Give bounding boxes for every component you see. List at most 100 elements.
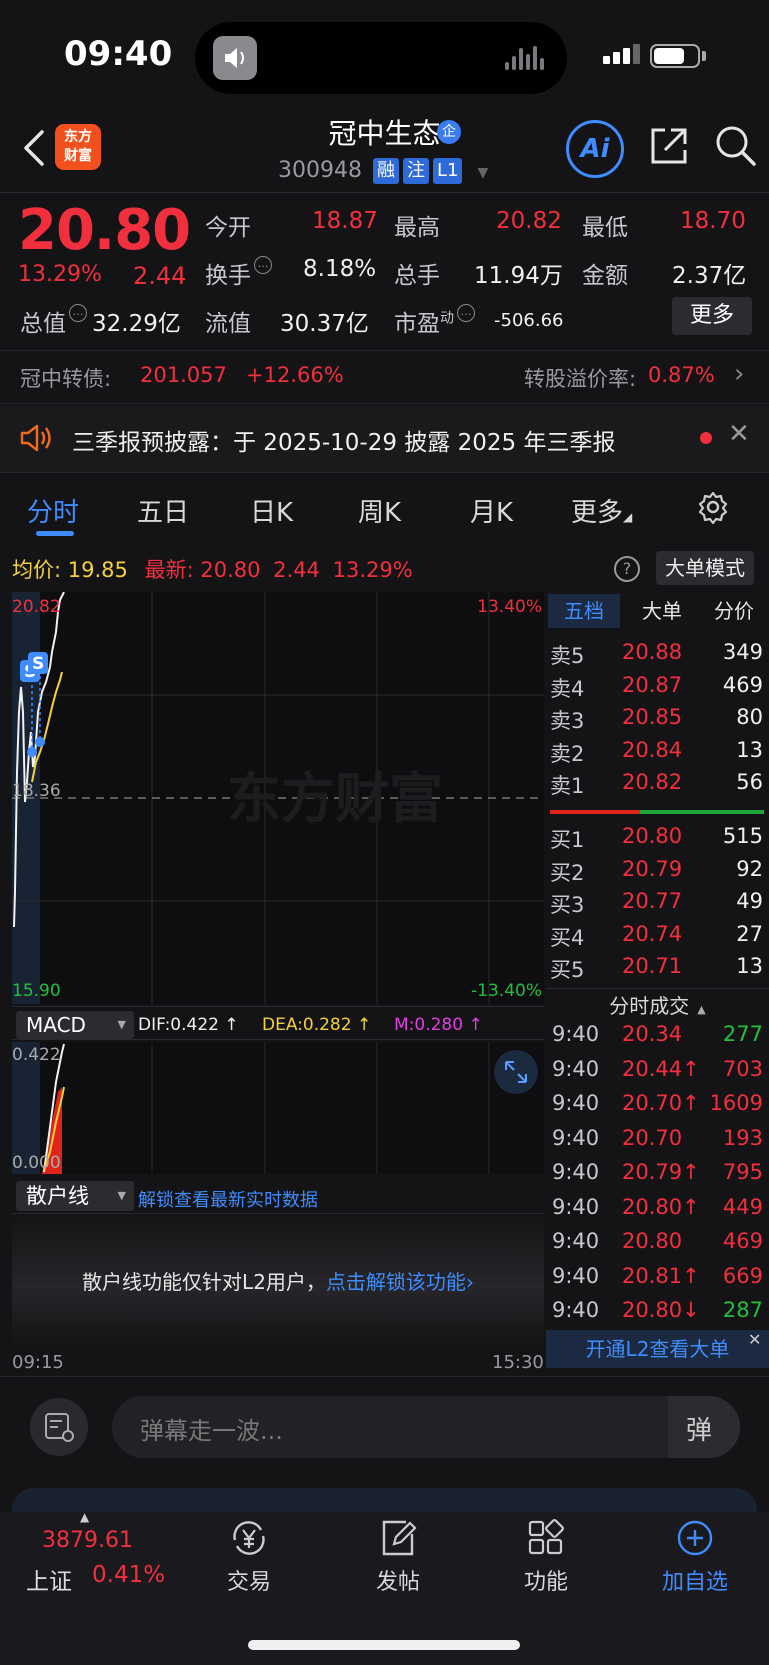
notice-text: 三季报预披露：于 2025-10-29 披露 2025 年三季报	[72, 430, 616, 456]
tick-row[interactable]: 9:40 20.79↑ 795	[546, 1160, 769, 1194]
dynamic-island	[195, 22, 567, 94]
tick-time: 9:40	[552, 1263, 600, 1288]
bid-row[interactable]: 买3 20.77 49	[546, 889, 769, 921]
tick-row[interactable]: 9:40 20.44↑ 703	[546, 1057, 769, 1091]
tab-price-distribution[interactable]: 分价	[698, 594, 769, 628]
tab-intraday[interactable]: 分时	[27, 492, 79, 529]
unlock-feature-link[interactable]: 点击解锁该功能	[326, 1270, 466, 1294]
turnover-value: 8.18%	[303, 256, 377, 282]
close-icon[interactable]: ✕	[728, 419, 750, 449]
bid-row[interactable]: 买5 20.71 13	[546, 954, 769, 986]
level-price: 20.79	[622, 856, 683, 881]
level-label: 买2	[550, 860, 585, 885]
pe-label[interactable]: 市盈动…	[394, 304, 475, 338]
tick-row[interactable]: 9:40 20.80↓ 287	[546, 1298, 769, 1332]
volume-label: 总手	[394, 263, 440, 289]
intraday-price-chart[interactable]: 东方财富 S S 20.82 18.36 15.90 13.40% -13.40…	[12, 592, 544, 1004]
level-label: 买5	[550, 958, 585, 982]
danmu-toggle-button[interactable]	[30, 1398, 88, 1456]
stock-code-line[interactable]: 300948 融注 L1 ▼	[278, 158, 488, 184]
macd-y-bottom: 0.000	[12, 1153, 61, 1173]
tick-time: 9:40	[552, 1160, 600, 1184]
danmu-input[interactable]: 弹幕走一波... 弹	[112, 1396, 740, 1458]
tick-volume: 277	[722, 1022, 763, 1046]
tick-price: 20.70↑	[622, 1091, 700, 1115]
tick-price: 20.81↑	[622, 1263, 700, 1288]
edit-post-icon	[382, 1520, 417, 1556]
tick-row[interactable]: 9:40 20.70↑ 1609	[546, 1091, 769, 1125]
l2-upgrade-banner[interactable]: 开通L2查看大单	[546, 1330, 769, 1368]
amount-value: 2.37亿	[672, 263, 747, 289]
tab-weekly-k[interactable]: 周K	[358, 492, 401, 529]
level-volume: 27	[736, 921, 763, 946]
nav-post[interactable]: 发帖	[343, 1518, 453, 1596]
nav-trade[interactable]: 交易	[194, 1518, 304, 1596]
help-icon[interactable]: ?	[614, 556, 640, 582]
trade-point-marker[interactable]	[35, 737, 45, 747]
tick-price: 20.79↑	[622, 1160, 700, 1184]
tick-price: 20.70	[622, 1125, 683, 1150]
tick-price: 20.44↑	[622, 1056, 700, 1081]
big-order-mode-button[interactable]: 大单模式	[656, 551, 754, 585]
ask-row[interactable]: 卖1 20.82 56	[546, 770, 769, 802]
cellular-signal-icon	[603, 44, 643, 64]
mktcap-value: 32.29亿	[92, 311, 181, 337]
tab-more[interactable]: 更多◢	[571, 492, 632, 529]
ask-row[interactable]: 卖3 20.85 80	[546, 705, 769, 737]
trade-point-marker[interactable]	[27, 747, 37, 757]
tick-row[interactable]: 9:40 20.34 277	[546, 1022, 769, 1056]
level-label: 卖2	[550, 741, 585, 766]
share-icon[interactable]	[647, 124, 691, 172]
level-price: 20.80	[622, 824, 683, 848]
expand-button[interactable]	[494, 1050, 538, 1094]
ask-row[interactable]: 卖5 20.88 349	[546, 640, 769, 672]
level-label: 买4	[550, 925, 585, 950]
tab-monthly-k[interactable]: 月K	[470, 492, 513, 529]
tick-price: 20.80↓	[622, 1298, 700, 1322]
tab-daily-k[interactable]: 日K	[250, 492, 293, 529]
tick-row[interactable]: 9:40 20.80 469	[546, 1229, 769, 1263]
bid-row[interactable]: 买1 20.80 515	[546, 824, 769, 856]
tab-five-day[interactable]: 五日	[137, 492, 189, 529]
more-button[interactable]: 更多	[672, 297, 752, 335]
bid-row[interactable]: 买2 20.79 92	[546, 857, 769, 889]
avg-label: 均价:	[12, 558, 62, 582]
notice-banner[interactable]: 三季报预披露：于 2025-10-29 披露 2025 年三季报 ✕	[0, 405, 769, 473]
tab-five-levels[interactable]: 五档	[548, 594, 620, 628]
retail-selector[interactable]: 散户线 ▼	[16, 1181, 134, 1211]
tab-big-orders[interactable]: 大单	[626, 594, 698, 628]
ticks-title[interactable]: 分时成交 ▲	[546, 990, 769, 1019]
cb-premium-label: 转股溢价率:	[524, 367, 637, 391]
level-price: 20.85	[622, 705, 683, 729]
level-volume: 56	[736, 770, 763, 794]
macd-header: MACD ▼ DIF:0.422 ↑ DEA:0.282 ↑ M:0.280 ↑	[12, 1006, 544, 1040]
ask-row[interactable]: 卖2 20.84 13	[546, 738, 769, 770]
index-value[interactable]: 3879.61	[42, 1528, 133, 1553]
danmu-send-button[interactable]: 弹	[668, 1396, 740, 1458]
convertible-bond-row[interactable]: 冠中转债: 201.057 +12.66% 转股溢价率: 0.87% ›	[0, 350, 769, 404]
ask-row[interactable]: 卖4 20.87 469	[546, 673, 769, 705]
macd-dea: DEA:0.282 ↑	[262, 1015, 372, 1035]
close-banner-icon[interactable]: ✕	[748, 1330, 761, 1349]
unlock-realtime-link[interactable]: 解锁查看最新实时数据	[138, 1186, 318, 1212]
announcement-icon	[18, 421, 52, 459]
indicator-selector[interactable]: MACD ▼	[16, 1011, 134, 1039]
nav-add-watchlist[interactable]: 加自选	[640, 1518, 750, 1596]
bid-row[interactable]: 买4 20.74 27	[546, 922, 769, 954]
nav-functions[interactable]: 功能	[491, 1518, 601, 1596]
settings-gear-icon[interactable]	[696, 490, 730, 528]
tick-volume: 703	[722, 1056, 763, 1081]
tick-row[interactable]: 9:40 20.70 193	[546, 1126, 769, 1160]
level-price: 20.77	[622, 889, 683, 913]
mktcap-label[interactable]: 总值…	[20, 304, 87, 338]
turnover-label[interactable]: 换手…	[205, 256, 272, 290]
level-volume: 80	[736, 705, 763, 729]
tick-row[interactable]: 9:40 20.81↑ 669	[546, 1264, 769, 1298]
tick-row[interactable]: 9:40 20.80↑ 449	[546, 1195, 769, 1229]
macd-chart[interactable]: 0.422 0.000	[12, 1042, 544, 1174]
volume-value: 11.94万	[474, 263, 563, 289]
level-label: 买1	[550, 828, 585, 852]
chevron-right-icon: ›	[734, 359, 745, 389]
search-icon[interactable]	[714, 124, 758, 172]
ai-button[interactable]: Ai	[566, 120, 624, 178]
